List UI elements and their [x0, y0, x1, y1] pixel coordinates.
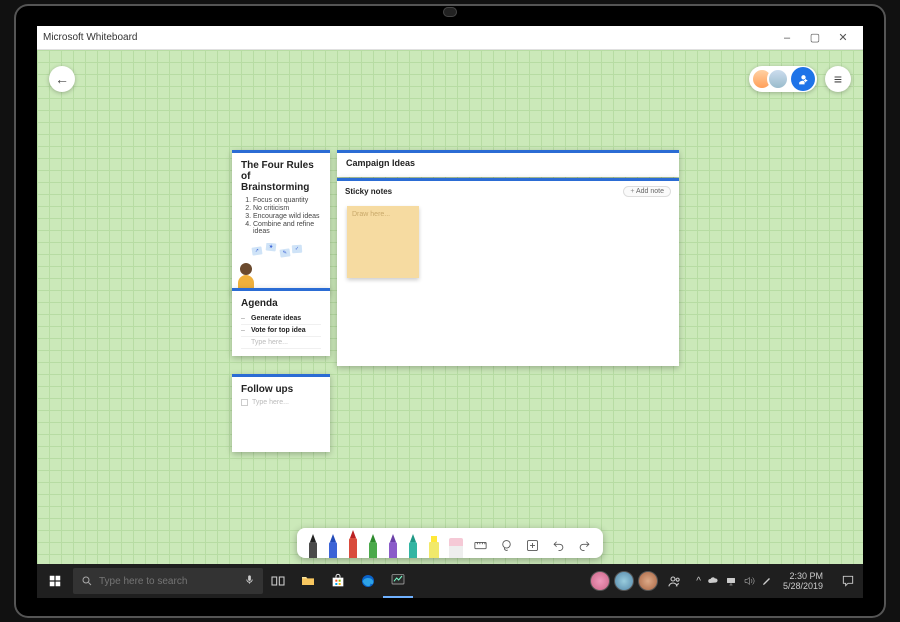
- settings-menu-button[interactable]: ≡: [825, 66, 851, 92]
- windows-logo-icon: [48, 574, 62, 588]
- windows-taskbar: ^ 2:30 PM 5/28/2019: [37, 564, 863, 598]
- rules-list: Focus on quantity No criticism Encourage…: [241, 197, 321, 235]
- rules-card[interactable]: The Four Rules of Brainstorming Focus on…: [232, 150, 330, 293]
- campaign-title: Campaign Ideas: [346, 158, 670, 168]
- agenda-card[interactable]: Agenda Generate ideas Vote for top idea …: [232, 288, 330, 356]
- edge-browser-icon[interactable]: [353, 564, 383, 598]
- lasso-tool[interactable]: [497, 536, 515, 554]
- rules-title: The Four Rules of Brainstorming: [241, 160, 321, 193]
- app-title: Microsoft Whiteboard: [43, 32, 137, 43]
- search-input[interactable]: [99, 576, 238, 587]
- pen-tray: [297, 528, 603, 558]
- maximize-button[interactable]: ▢: [801, 31, 829, 44]
- checkbox-icon[interactable]: [241, 399, 248, 406]
- pen-red-selected[interactable]: [347, 530, 359, 558]
- taskbar-contact-avatar[interactable]: [590, 571, 610, 591]
- sticky-section-title: Sticky notes: [345, 187, 392, 196]
- pen-purple[interactable]: [387, 534, 399, 558]
- followups-placeholder: Type here...: [252, 399, 289, 406]
- sticky-notes-card[interactable]: Sticky notes Add note Draw here...: [337, 178, 679, 366]
- mic-icon[interactable]: [244, 574, 255, 588]
- pen-blue[interactable]: [327, 534, 339, 558]
- taskbar-contact-avatar[interactable]: [638, 571, 658, 591]
- back-button[interactable]: ←: [49, 66, 75, 92]
- pen-black[interactable]: [307, 534, 319, 558]
- brainstorm-illustration: ↗ ★ ✎ ✓: [232, 243, 330, 293]
- close-button[interactable]: ✕: [829, 31, 857, 44]
- network-icon[interactable]: [725, 575, 737, 587]
- tablet-camera: [443, 7, 457, 17]
- sticky-note[interactable]: Draw here...: [347, 206, 419, 278]
- clock-date: 5/28/2019: [783, 581, 823, 591]
- rules-item: No criticism: [253, 205, 321, 212]
- back-arrow-icon: ←: [55, 71, 69, 87]
- clock-time: 2:30 PM: [783, 571, 823, 581]
- agenda-item[interactable]: Vote for top idea: [241, 325, 321, 337]
- add-tool[interactable]: [523, 536, 541, 554]
- participant-avatar: [767, 68, 789, 90]
- pen-input-icon[interactable]: [761, 575, 773, 587]
- window-titlebar: Microsoft Whiteboard – ▢ ✕: [37, 26, 863, 50]
- hamburger-icon: ≡: [834, 71, 842, 87]
- agenda-title: Agenda: [241, 298, 321, 309]
- whiteboard-canvas[interactable]: ← ≡ The Four Rules of Brainstorming Focu…: [37, 50, 863, 564]
- agenda-placeholder[interactable]: Type here...: [241, 337, 321, 349]
- agenda-item[interactable]: Generate ideas: [241, 313, 321, 325]
- undo-button[interactable]: [549, 536, 567, 554]
- search-icon: [81, 575, 93, 587]
- task-view-button[interactable]: [263, 564, 293, 598]
- redo-button[interactable]: [575, 536, 593, 554]
- followups-placeholder-row[interactable]: Type here...: [241, 399, 321, 406]
- microsoft-store-icon[interactable]: [323, 564, 353, 598]
- file-explorer-icon[interactable]: [293, 564, 323, 598]
- volume-icon[interactable]: [743, 575, 755, 587]
- start-button[interactable]: [37, 564, 73, 598]
- add-participant-button[interactable]: [791, 67, 815, 91]
- people-button[interactable]: [660, 564, 690, 598]
- sticky-placeholder: Draw here...: [352, 211, 390, 218]
- campaign-card[interactable]: Campaign Ideas: [337, 150, 679, 177]
- rules-item: Encourage wild ideas: [253, 213, 321, 220]
- minimize-button[interactable]: –: [773, 32, 801, 44]
- rules-item: Focus on quantity: [253, 197, 321, 204]
- followups-card[interactable]: Follow ups Type here...: [232, 374, 330, 452]
- person-add-icon: [797, 73, 810, 86]
- followups-title: Follow ups: [241, 384, 321, 395]
- system-tray[interactable]: ^ 2:30 PM 5/28/2019: [690, 571, 833, 591]
- eraser[interactable]: [449, 538, 463, 558]
- onedrive-icon[interactable]: [707, 575, 719, 587]
- add-note-button[interactable]: Add note: [623, 186, 671, 197]
- highlighter[interactable]: [427, 536, 441, 558]
- action-center-button[interactable]: [833, 564, 863, 598]
- tray-chevron-icon[interactable]: ^: [696, 576, 701, 587]
- rules-item: Combine and refine ideas: [253, 221, 321, 235]
- whiteboard-app-icon[interactable]: [383, 564, 413, 598]
- pen-teal[interactable]: [407, 534, 419, 558]
- participants-pill[interactable]: [749, 66, 817, 92]
- taskbar-search[interactable]: [73, 568, 263, 594]
- taskbar-contact-avatar[interactable]: [614, 571, 634, 591]
- ruler-tool[interactable]: [471, 536, 489, 554]
- taskbar-clock[interactable]: 2:30 PM 5/28/2019: [779, 571, 827, 591]
- pen-green[interactable]: [367, 534, 379, 558]
